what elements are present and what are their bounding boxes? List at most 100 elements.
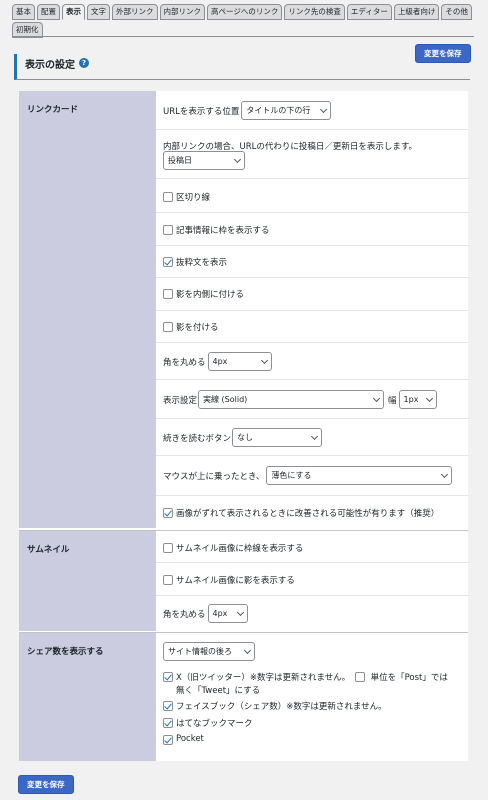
thumb-shadow-label: サムネイル画像に影を表示する xyxy=(176,576,295,586)
tab-link-to-page[interactable]: 高ページへのリンク xyxy=(207,4,283,20)
section-label-thumbnail: サムネイル xyxy=(19,531,156,631)
tab-link-check[interactable]: リンク先の検査 xyxy=(284,4,345,20)
row-shadow: 影を付ける xyxy=(156,311,468,343)
chevron-down-icon xyxy=(236,608,244,616)
width-value: 1px xyxy=(403,395,419,404)
tab-internal-link[interactable]: 内部リンク xyxy=(159,4,205,20)
excerpt-label: 抜粋文を表示 xyxy=(176,258,228,268)
row-border-article: 記事情報に枠を表示する xyxy=(156,213,468,246)
section-share: シェア数を表示する サイト情報の後ろ X（旧ツイッター）※数字は更新されません。… xyxy=(19,632,468,761)
page-title: 表示の設定? xyxy=(14,54,470,80)
image-fix-label: 画像がずれて表示されるときに改善される可能性が有ります（推奨） xyxy=(176,509,440,519)
tab-external-link[interactable]: 外部リンク xyxy=(112,4,158,20)
share-unit-label-1: 単位を「Post」では xyxy=(370,673,448,683)
inner-shadow-checkbox[interactable] xyxy=(163,289,173,299)
display-setting-label: 表示設定 xyxy=(163,395,198,406)
help-icon[interactable]: ? xyxy=(79,58,89,68)
tab-display[interactable]: 表示 xyxy=(62,4,85,20)
tab-other[interactable]: その他 xyxy=(441,4,472,20)
chevron-down-icon xyxy=(320,105,328,113)
row-excerpt: 抜粋文を表示 xyxy=(156,246,468,278)
chevron-down-icon xyxy=(260,356,268,364)
share-pocket-row: Pocket xyxy=(163,734,204,745)
tab-basic[interactable]: 基本 xyxy=(12,4,35,20)
radius-select[interactable]: 4px xyxy=(207,352,272,371)
section-label-linkcard: リンクカード xyxy=(19,91,156,528)
share-hatena-row: はてなブックマーク xyxy=(163,717,253,729)
section-linkcard: リンクカード URLを表示する位置 タイトルの下の行 内部リンクの場合、URLの… xyxy=(19,91,468,528)
page-title-text: 表示の設定 xyxy=(25,60,75,71)
internal-date-select[interactable]: 投稿日 xyxy=(163,151,245,170)
row-url-position: URLを表示する位置 タイトルの下の行 xyxy=(156,91,468,130)
inner-shadow-label: 影を内側に付ける xyxy=(176,290,245,300)
chevron-down-icon xyxy=(425,394,433,402)
width-select[interactable]: 1px xyxy=(398,390,437,409)
row-thumb-shadow: サムネイル画像に影を表示する xyxy=(156,563,468,596)
radius-label: 角を丸める xyxy=(163,357,206,368)
thumb-border-label: サムネイル画像に枠線を表示する xyxy=(176,544,304,554)
excerpt-checkbox[interactable] xyxy=(163,257,173,267)
share-hatena-checkbox[interactable] xyxy=(163,718,173,728)
chevron-down-icon xyxy=(310,432,319,440)
chevron-down-icon xyxy=(441,470,449,478)
border-article-checkbox[interactable] xyxy=(163,225,173,235)
share-x-checkbox[interactable] xyxy=(163,672,173,682)
tab-text[interactable]: 文字 xyxy=(87,4,110,20)
settings-panel: リンクカード URLを表示する位置 タイトルの下の行 内部リンクの場合、URLの… xyxy=(19,91,468,761)
readmore-label: 続きを読むボタン xyxy=(163,433,232,444)
tab-advanced[interactable]: 上級者向け xyxy=(393,4,440,20)
row-readmore: 続きを読むボタン なし xyxy=(156,419,468,456)
tab-layout[interactable]: 配置 xyxy=(37,4,60,20)
row-inner-shadow: 影を内側に付ける xyxy=(156,278,468,311)
readmore-value: なし xyxy=(237,433,254,442)
chevron-down-icon xyxy=(243,646,252,654)
separator-label: 区切り線 xyxy=(176,193,211,203)
section-label-share: シェア数を表示する xyxy=(19,633,156,761)
shadow-label: 影を付ける xyxy=(176,323,219,333)
share-pocket-checkbox[interactable] xyxy=(163,735,173,745)
share-hatena-label: はてなブックマーク xyxy=(176,719,253,729)
chevron-down-icon xyxy=(372,394,381,402)
hover-select[interactable]: 薄色にする xyxy=(266,466,453,485)
image-fix-checkbox[interactable] xyxy=(163,508,173,518)
shadow-checkbox[interactable] xyxy=(163,322,173,332)
radius-value: 4px xyxy=(212,357,228,366)
row-radius: 角を丸める 4px xyxy=(156,343,468,380)
share-unit-checkbox[interactable] xyxy=(354,672,365,682)
tabs-divider xyxy=(12,36,474,37)
display-setting-value: 実線 (Solid) xyxy=(203,395,248,404)
tab-editor[interactable]: エディター xyxy=(346,4,392,20)
url-position-label: URLを表示する位置 xyxy=(163,106,240,117)
url-position-value: タイトルの下の行 xyxy=(246,106,311,115)
url-position-select[interactable]: タイトルの下の行 xyxy=(241,101,332,120)
tab-bar: 基本 配置 表示 文字 外部リンク 内部リンク 高ページへのリンク リンク先の検… xyxy=(12,4,474,38)
share-unit-label-2: 無く「Tweet」にする xyxy=(176,686,261,696)
readmore-select[interactable]: なし xyxy=(232,428,323,447)
border-article-label: 記事情報に枠を表示する xyxy=(176,226,270,236)
row-hover: マウスが上に乗ったとき、 薄色にする xyxy=(156,456,468,496)
row-internal-date: 内部リンクの場合、URLの代わりに投稿日／更新日を表示します。 投稿日 xyxy=(156,130,468,179)
thumb-radius-select[interactable]: 4px xyxy=(207,604,248,623)
share-pocket-label: Pocket xyxy=(176,734,204,744)
share-position-value: サイト情報の後ろ xyxy=(168,647,232,656)
row-separator: 区切り線 xyxy=(156,179,468,213)
chevron-down-icon xyxy=(233,155,242,163)
share-x-label: X（旧ツイッター）※数字は更新されません。 xyxy=(176,673,351,683)
thumb-border-checkbox[interactable] xyxy=(163,543,173,553)
row-thumb-radius: 角を丸める 4px xyxy=(156,596,468,632)
share-facebook-checkbox[interactable] xyxy=(163,701,173,711)
save-button-bottom[interactable]: 変更を保存 xyxy=(18,775,74,794)
share-facebook-label: フェイスブック（シェア数）※数字は更新されません。 xyxy=(176,702,387,712)
row-image-fix: 画像がずれて表示されるときに改善される可能性が有ります（推奨） xyxy=(156,496,468,528)
row-thumb-border: サムネイル画像に枠線を表示する xyxy=(156,531,468,563)
thumb-shadow-checkbox[interactable] xyxy=(163,575,173,585)
separator-checkbox[interactable] xyxy=(163,192,173,202)
thumb-radius-value: 4px xyxy=(212,609,228,618)
section-thumbnail: サムネイル サムネイル画像に枠線を表示する サムネイル画像に影を表示する 角を丸… xyxy=(19,530,468,631)
display-setting-select[interactable]: 実線 (Solid) xyxy=(198,390,385,409)
row-display-setting: 表示設定 実線 (Solid) 幅 1px xyxy=(156,380,468,419)
internal-date-value: 投稿日 xyxy=(168,156,192,165)
hover-value: 薄色にする xyxy=(271,471,312,480)
hover-label-text: マウスが上に乗ったとき、 xyxy=(163,471,265,482)
share-position-select[interactable]: サイト情報の後ろ xyxy=(163,642,255,661)
